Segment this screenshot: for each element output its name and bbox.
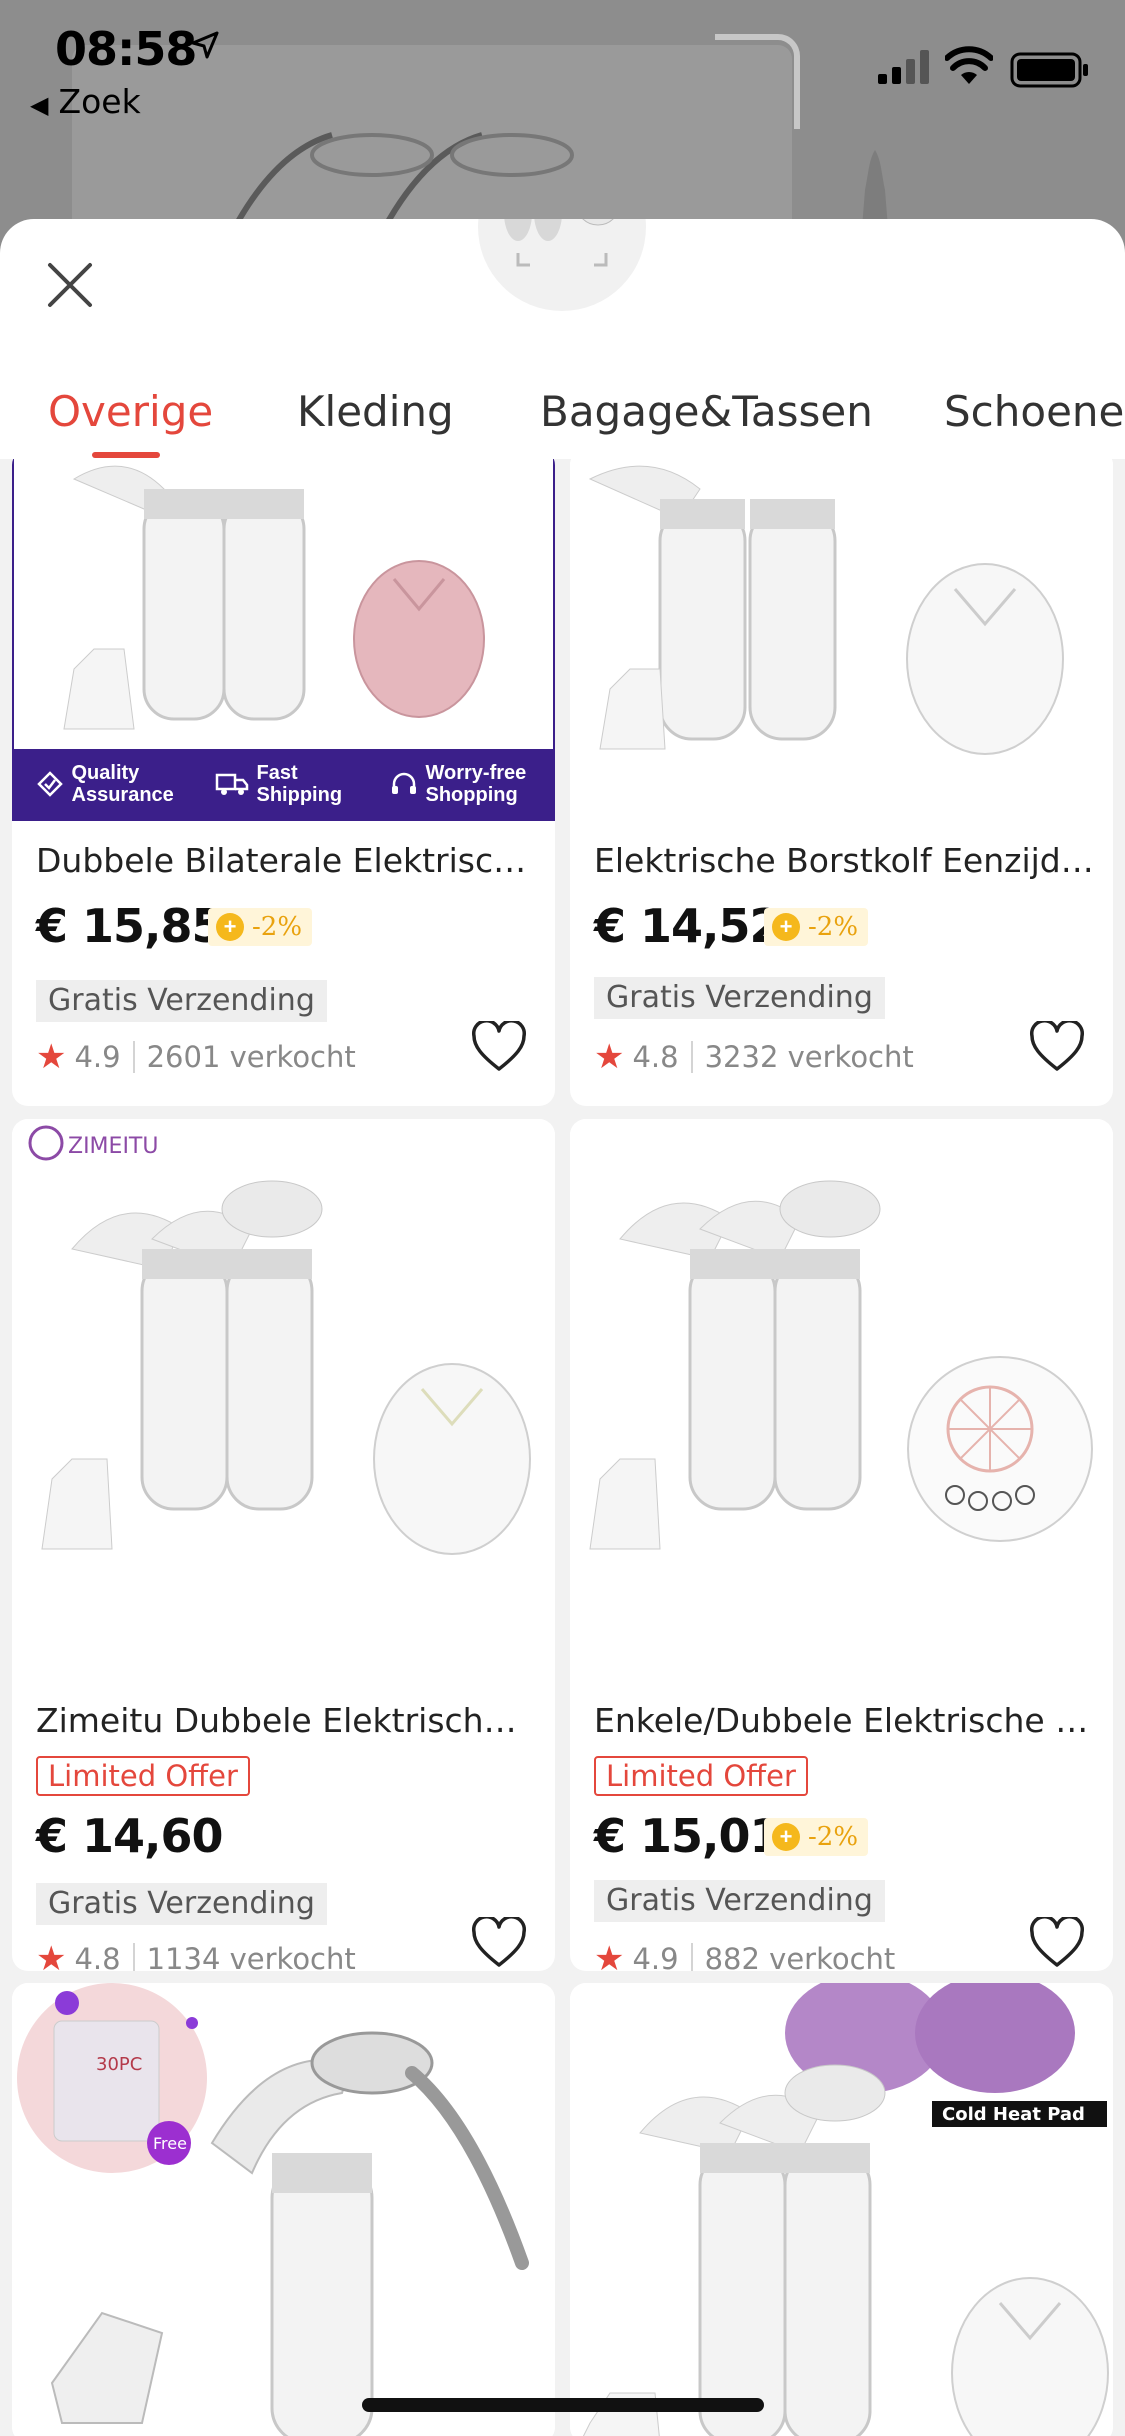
divider: [132, 1943, 135, 1971]
product-price: € 15,01: [594, 1809, 782, 1863]
product-price: € 15,85: [36, 899, 224, 953]
rating-value: 4.9: [632, 1942, 679, 1971]
divider: [132, 1041, 135, 1073]
tab-overige[interactable]: Overige: [48, 387, 213, 436]
star-icon: ★: [36, 1037, 67, 1077]
wishlist-heart-icon[interactable]: [1029, 1917, 1085, 1969]
location-arrow-icon: [191, 31, 219, 59]
limited-offer-tag: Limited Offer: [594, 1756, 808, 1796]
rating-value: 4.8: [632, 1040, 679, 1074]
sold-count: 3232 verkocht: [704, 1040, 914, 1074]
free-shipping-tag: Gratis Verzending: [36, 1883, 327, 1925]
wishlist-heart-icon[interactable]: [471, 1021, 527, 1073]
rating-value: 4.9: [74, 1040, 121, 1074]
active-tab-indicator: [92, 452, 160, 458]
wishlist-heart-icon[interactable]: [471, 1917, 527, 1969]
product-card[interactable]: Enkele/Dubbele Elektrische Borstkolf Lim…: [570, 1119, 1113, 1971]
back-to-search[interactable]: ◀ Zoek: [30, 82, 141, 121]
product-image: Quality Assurance Fast Shipping Worry-fr…: [12, 459, 555, 821]
tab-bagage-tassen[interactable]: Bagage&Tassen: [540, 387, 873, 436]
headset-icon: [391, 772, 416, 794]
coin-discount-badge: + -2%: [208, 908, 313, 946]
tab-kleding[interactable]: Kleding: [297, 387, 454, 436]
coin-discount-badge: + -2%: [764, 908, 869, 946]
product-title: Zimeitu Dubbele Elektrische Borstkolf: [36, 1701, 536, 1740]
product-title: Elektrische Borstkolf Eenzijdige Borstko…: [594, 841, 1094, 880]
sold-count: 1134 verkocht: [146, 1942, 356, 1971]
product-card[interactable]: ZIMEITU Zimeitu Dubbele Elektrische Bors…: [12, 1119, 555, 1971]
cold-heat-pad-label: Cold Heat Pad: [942, 2104, 1085, 2125]
sold-count: 2601 verkocht: [146, 1040, 356, 1074]
product-card[interactable]: Cold Heat Pad: [570, 1983, 1113, 2436]
product-card[interactable]: Elektrische Borstkolf Eenzijdige Borstko…: [570, 459, 1113, 1106]
star-icon: ★: [594, 1037, 625, 1077]
service-badges: Quality Assurance Fast Shipping Worry-fr…: [14, 749, 553, 819]
product-image: Cold Heat Pad: [570, 1983, 1113, 2436]
discount-percent: -2%: [808, 912, 859, 942]
discount-percent: -2%: [252, 912, 303, 942]
free-badge: Free: [153, 2134, 187, 2153]
limited-offer-tag: Limited Offer: [36, 1756, 250, 1796]
back-label: Zoek: [58, 82, 141, 121]
selected-product-thumbnail[interactable]: [478, 219, 646, 311]
sold-count: 882 verkocht: [704, 1942, 896, 1971]
tab-schoenen[interactable]: Schoenen: [944, 387, 1125, 436]
product-image: [570, 1119, 1113, 1679]
divider: [690, 1041, 693, 1073]
brand-logo: ZIMEITU: [68, 1134, 158, 1159]
free-shipping-tag: Gratis Verzending: [594, 977, 885, 1019]
background-frame: [715, 34, 800, 129]
rating-row: ★ 4.9 2601 verkocht: [36, 1037, 356, 1077]
product-card[interactable]: 30PC Free: [12, 1983, 555, 2436]
badge-quality: Quality Assurance: [71, 762, 174, 806]
discount-percent: -2%: [808, 1822, 859, 1852]
coin-icon: +: [772, 1823, 800, 1851]
status-time: 08:58: [55, 22, 197, 76]
product-image: [570, 459, 1113, 821]
coin-icon: +: [216, 913, 244, 941]
truck-icon: [215, 773, 248, 795]
rating-row: ★ 4.8 3232 verkocht: [594, 1037, 914, 1077]
quality-shield-icon: [36, 771, 63, 797]
badge-worry-free: Worry-free Shopping: [425, 762, 527, 806]
product-grid: Quality Assurance Fast Shipping Worry-fr…: [0, 459, 1125, 2436]
free-shipping-tag: Gratis Verzending: [36, 980, 327, 1022]
battery-icon: [1010, 52, 1088, 88]
wifi-icon: [945, 46, 993, 84]
star-icon: ★: [36, 1939, 67, 1971]
product-price: € 14,60: [36, 1809, 224, 1863]
badge-shipping: Fast Shipping: [256, 762, 343, 806]
divider: [690, 1943, 693, 1971]
cellular-signal-icon: [878, 50, 929, 84]
product-card[interactable]: Quality Assurance Fast Shipping Worry-fr…: [12, 459, 555, 1106]
rating-value: 4.8: [74, 1942, 121, 1971]
star-icon: ★: [594, 1939, 625, 1971]
rating-row: ★ 4.9 882 verkocht: [594, 1939, 895, 1971]
coin-discount-badge: + -2%: [764, 1818, 869, 1856]
product-title: Dubbele Bilaterale Elektrische Borstkolf: [36, 841, 536, 880]
home-indicator[interactable]: [362, 2398, 764, 2412]
back-triangle-icon: ◀: [30, 91, 49, 119]
overlay-pack-text: 30PC: [96, 2054, 142, 2075]
free-shipping-tag: Gratis Verzending: [594, 1880, 885, 1922]
rating-row: ★ 4.8 1134 verkocht: [36, 1939, 356, 1971]
category-tabs: Overige Kleding Bagage&Tassen Schoenen: [0, 369, 1125, 459]
coin-icon: +: [772, 913, 800, 941]
product-title: Enkele/Dubbele Elektrische Borstkolf: [594, 1701, 1094, 1740]
close-icon[interactable]: [44, 259, 96, 311]
wishlist-heart-icon[interactable]: [1029, 1021, 1085, 1073]
category-sheet: Overige Kleding Bagage&Tassen Schoenen: [0, 219, 1125, 2436]
product-image: 30PC Free: [12, 1983, 555, 2436]
product-price: € 14,52: [594, 899, 782, 953]
product-image: ZIMEITU: [12, 1119, 555, 1679]
